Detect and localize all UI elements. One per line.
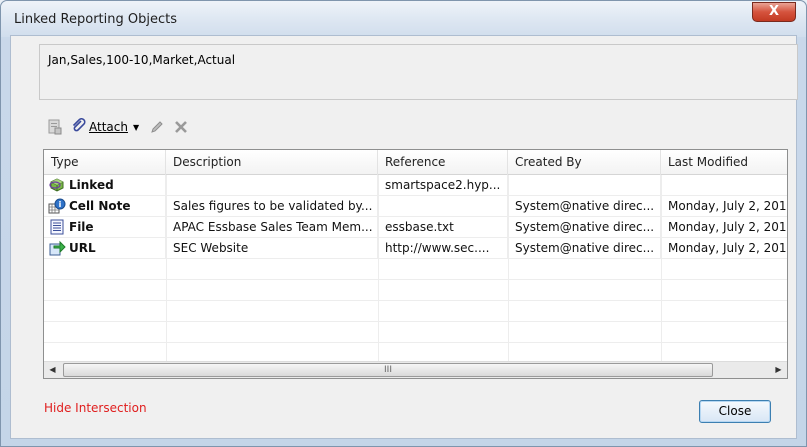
attach-button[interactable]: Attach ▼: [71, 117, 140, 137]
window-close-button[interactable]: X: [752, 2, 796, 22]
row-type: File: [69, 220, 94, 234]
row-description: APAC Essbase Sales Team Mem...: [166, 217, 378, 237]
table-row[interactable]: i Cell Note Sales figures to be validate…: [44, 196, 787, 217]
scrollbar-thumb[interactable]: III: [63, 363, 713, 377]
row-description: SEC Website: [166, 238, 378, 258]
hide-intersection-link[interactable]: Hide Intersection: [44, 401, 147, 415]
cell-note-icon: i: [48, 198, 66, 214]
column-divider: [378, 175, 379, 361]
linked-cube-icon: [49, 178, 64, 192]
row-type: URL: [69, 241, 96, 255]
row-last-modified: Monday, July 2, 201: [668, 241, 787, 255]
horizontal-scrollbar[interactable]: ◀ III ▶: [44, 361, 787, 378]
column-header-created-by[interactable]: Created By: [508, 150, 661, 175]
scroll-left-icon[interactable]: ◀: [44, 362, 61, 378]
dialog-title: Linked Reporting Objects: [14, 12, 177, 27]
close-button[interactable]: Close: [699, 400, 771, 423]
column-header-last-modified[interactable]: Last Modified: [661, 150, 787, 175]
empty-row: [44, 322, 787, 343]
empty-row: [44, 301, 787, 322]
chevron-down-icon: ▼: [132, 122, 140, 132]
table-row[interactable]: Linked smartspace2.hyp...: [44, 175, 787, 196]
column-divider: [661, 175, 662, 361]
row-created-by: System@native direc...: [508, 196, 661, 216]
view-icon[interactable]: [47, 119, 63, 135]
row-type: Cell Note: [69, 199, 131, 213]
intersection-text: Jan,Sales,100-10,Market,Actual: [39, 44, 798, 100]
table-header: Type Description Reference Created By La…: [44, 150, 787, 175]
row-type: Linked: [69, 178, 114, 192]
dialog-body: Jan,Sales,100-10,Market,Actual Attach ▼: [10, 35, 798, 439]
row-reference: essbase.txt: [378, 217, 508, 237]
column-header-type[interactable]: Type: [44, 150, 166, 175]
row-reference: http://www.sec....: [378, 238, 508, 258]
column-header-reference[interactable]: Reference: [378, 150, 508, 175]
file-icon: [50, 219, 64, 235]
title-bar: Linked Reporting Objects X: [1, 1, 806, 37]
delete-x-icon[interactable]: [173, 119, 189, 135]
table-row[interactable]: URL SEC Website http://www.sec.... Syste…: [44, 238, 787, 259]
attach-label: Attach: [89, 120, 128, 134]
row-last-modified: [661, 175, 787, 195]
row-created-by: System@native direc...: [508, 238, 661, 258]
row-last-modified: Monday, July 2, 201: [668, 199, 787, 213]
column-divider: [166, 175, 167, 361]
lro-table: Type Description Reference Created By La…: [43, 149, 788, 379]
row-last-modified: Monday, July 2, 201: [668, 220, 787, 234]
svg-text:i: i: [59, 200, 62, 209]
column-divider: [508, 175, 509, 361]
dialog-window: Linked Reporting Objects X Jan,Sales,100…: [0, 0, 807, 447]
empty-row: [44, 280, 787, 301]
paperclip-icon: [71, 117, 87, 137]
scroll-right-icon[interactable]: ▶: [770, 362, 787, 378]
row-description: [166, 175, 378, 195]
pencil-icon[interactable]: [149, 119, 165, 135]
toolbar: Attach ▼: [47, 116, 197, 138]
url-arrow-icon: [49, 240, 66, 256]
row-created-by: [508, 175, 661, 195]
row-reference: [378, 196, 508, 216]
empty-row: [44, 259, 787, 280]
column-header-description[interactable]: Description: [166, 150, 378, 175]
row-description: Sales figures to be validated by...: [166, 196, 378, 216]
row-reference: smartspace2.hyp...: [378, 175, 508, 195]
row-created-by: System@native direc...: [508, 217, 661, 237]
table-row[interactable]: File APAC Essbase Sales Team Mem... essb…: [44, 217, 787, 238]
